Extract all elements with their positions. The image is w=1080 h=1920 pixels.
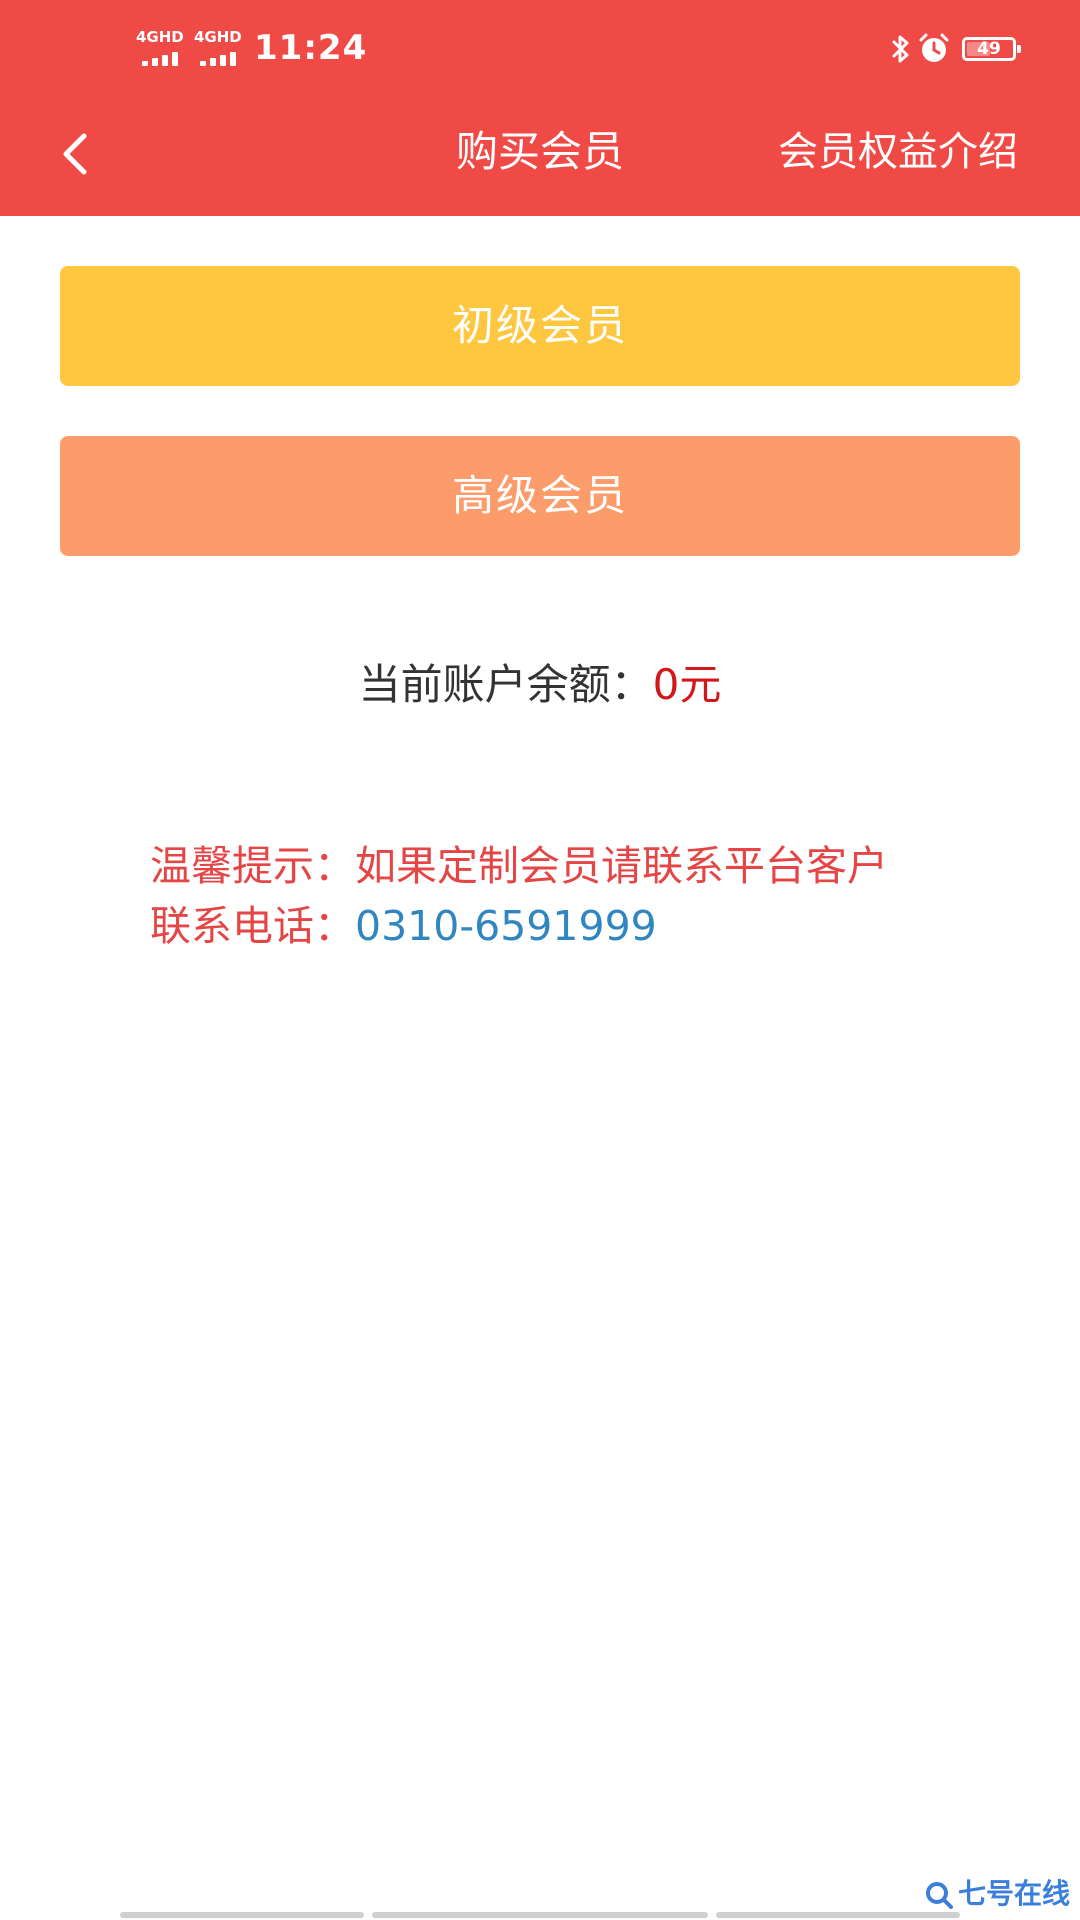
- member-benefits-link[interactable]: 会员权益介绍: [778, 124, 1018, 180]
- bluetooth-icon: [892, 35, 909, 63]
- contact-phone-link[interactable]: 0310-6591999: [355, 902, 657, 950]
- bottom-bar-segment: [120, 1912, 364, 1918]
- network-type-label: 4GHD: [136, 28, 184, 46]
- watermark: 七号在线: [924, 1874, 1070, 1914]
- status-time: 11:24: [254, 28, 368, 68]
- battery-percentage: 49: [977, 39, 1001, 59]
- account-balance: 当前账户余额：0元: [0, 656, 1080, 714]
- balance-amount: 0元: [652, 660, 722, 709]
- chevron-left-icon[interactable]: [56, 130, 96, 178]
- alarm-icon: [919, 33, 949, 62]
- status-bar: 4GHD 4GHD 11:24 49: [0, 0, 1080, 100]
- signal-bars-icon: [200, 50, 244, 66]
- signal-indicator-sim2: 4GHD: [194, 30, 250, 66]
- signal-bars-icon: [142, 50, 186, 66]
- notice-phone-label: 联系电话：: [150, 902, 355, 950]
- header: 4GHD 4GHD 11:24 49 购买会员 会员权益介绍: [0, 0, 1080, 216]
- page-title: 购买会员: [455, 127, 624, 176]
- signal-indicator-sim1: 4GHD: [136, 30, 192, 66]
- nav-bar: 购买会员 会员权益介绍: [0, 100, 1080, 216]
- advanced-member-button[interactable]: 高级会员: [60, 436, 1020, 556]
- bottom-bar-segment: [372, 1912, 708, 1918]
- notice-tip-line: 温馨提示：如果定制会员请联系平台客户: [150, 836, 1070, 896]
- notice-section: 温馨提示：如果定制会员请联系平台客户 联系电话：0310-6591999: [150, 836, 1070, 956]
- notice-tip-label: 温馨提示：: [150, 842, 355, 890]
- battery-icon: 49: [962, 37, 1021, 61]
- notice-phone-line: 联系电话：0310-6591999: [150, 896, 1070, 956]
- watermark-text: 七号在线: [957, 1877, 1070, 1910]
- network-type-label: 4GHD: [194, 28, 242, 46]
- notice-tip-text: 如果定制会员请联系平台客户: [355, 842, 888, 890]
- balance-label: 当前账户余额：: [358, 660, 653, 709]
- basic-member-button[interactable]: 初级会员: [60, 266, 1020, 386]
- search-logo-icon: [925, 1882, 953, 1909]
